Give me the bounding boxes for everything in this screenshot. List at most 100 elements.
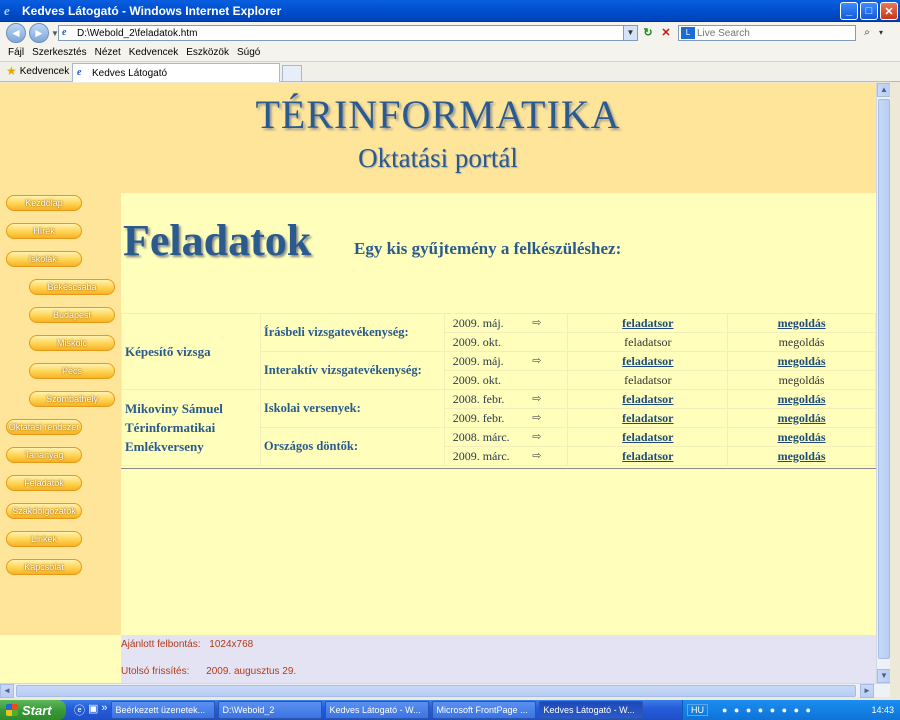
windows-flag-icon	[6, 704, 18, 716]
nav-schools[interactable]: Iskolák:	[6, 251, 82, 267]
desktop-quicklaunch-icon[interactable]: ▣	[88, 702, 98, 718]
window-titlebar: e Kedves Látogató - Windows Internet Exp…	[0, 0, 900, 22]
nav-contact[interactable]: Kapcsolat	[6, 559, 82, 575]
search-icon[interactable]: ⌕	[860, 25, 874, 41]
vertical-scroll-thumb[interactable]	[878, 99, 890, 659]
nav-theses[interactable]: Szakdolgozatok	[6, 503, 82, 519]
refresh-icon[interactable]: ↻	[641, 26, 655, 40]
date-label: 2009. márc.	[452, 448, 510, 463]
menu-view[interactable]: Nézet	[95, 47, 121, 58]
quick-launch: ⓔ ▣ »	[74, 702, 108, 718]
task-link[interactable]: feladatsor	[622, 316, 673, 330]
horizontal-scrollbar[interactable]: ◄ ►	[0, 683, 890, 698]
address-field[interactable]: e D:\Webold_2\feladatok.htm ▼	[58, 25, 638, 41]
scroll-right-icon[interactable]: ►	[860, 684, 874, 698]
date-cell: 2009. márc. ⇨	[443, 446, 569, 466]
address-url[interactable]: D:\Webold_2\feladatok.htm	[77, 28, 197, 39]
date-cell: 2009. okt.	[443, 332, 569, 352]
nav-news[interactable]: Hírek	[6, 223, 82, 239]
menu-edit[interactable]: Szerkesztés	[32, 47, 86, 58]
task-cell: feladatsor	[567, 351, 729, 371]
scroll-up-icon[interactable]: ▲	[877, 83, 891, 97]
taskbar-window-button[interactable]: Beérkezett üzenetek...	[110, 701, 215, 719]
task-link[interactable]: feladatsor	[622, 411, 673, 425]
tray-icons[interactable]: ● ● ● ● ● ● ● ●	[722, 705, 813, 715]
live-search-icon: L	[681, 27, 695, 39]
nav-school-bekescsaba[interactable]: Békéscsaba	[29, 279, 115, 295]
start-button[interactable]: Start	[0, 700, 66, 720]
nav-links[interactable]: Linkek	[6, 531, 82, 547]
solution-link[interactable]: megoldás	[778, 449, 826, 463]
date-label: 2009. okt.	[452, 372, 502, 387]
resolution-value: 1024x768	[209, 639, 254, 650]
window-controls: _ □ ✕	[840, 2, 898, 20]
address-dropdown-icon[interactable]: ▼	[623, 26, 637, 40]
header-banner: TÉRINFORMATIKA Oktatási portál	[0, 83, 876, 193]
vertical-scrollbar[interactable]: ▲ ▼	[876, 83, 891, 683]
nav-school-miskolc[interactable]: Miskolc	[29, 335, 115, 351]
task-cell: feladatsor	[567, 408, 729, 428]
taskbar-window-button[interactable]: D:\Webold_2	[217, 701, 322, 719]
updated-label: Utolsó frissítés:	[121, 666, 190, 677]
task-link[interactable]: feladatsor	[622, 449, 673, 463]
solution-link[interactable]: megoldás	[778, 411, 826, 425]
nav-home[interactable]: Kezdőlap	[6, 195, 82, 211]
nav-education-system[interactable]: Oktatási rendszer	[6, 419, 82, 435]
resolution-label: Ajánlott felbontás:	[121, 639, 201, 650]
site-title: TÉRINFORMATIKA	[255, 92, 621, 137]
footer-resolution: Ajánlott felbontás: 1024x768	[121, 639, 253, 650]
favorites-label: Kedvencek	[19, 65, 70, 77]
solution-link[interactable]: megoldás	[778, 430, 826, 444]
task-cell: feladatsor	[567, 427, 729, 447]
updated-value: 2009. augusztus 29.	[206, 666, 297, 677]
nav-tasks[interactable]: Feladatok	[6, 475, 82, 491]
ie-quicklaunch-icon[interactable]: ⓔ	[74, 702, 85, 718]
minimize-button[interactable]: _	[840, 2, 858, 20]
browser-tab[interactable]: e Kedves Látogató	[72, 63, 280, 82]
back-button[interactable]: ◄	[6, 23, 26, 43]
solution-cell: megoldás	[727, 351, 876, 371]
table-row: Mikoviny Sámuel Térinformatikai Emlékver…	[121, 389, 876, 466]
address-toolbar: ◄ ► ▼ e D:\Webold_2\feladatok.htm ▼ ↻ ✕ …	[0, 22, 900, 44]
close-button[interactable]: ✕	[880, 2, 898, 20]
horizontal-scroll-thumb[interactable]	[16, 685, 856, 697]
search-field[interactable]: L	[678, 25, 856, 41]
scroll-left-icon[interactable]: ◄	[0, 684, 14, 698]
task-text: feladatsor	[624, 372, 672, 387]
task-link[interactable]: feladatsor	[622, 354, 673, 368]
solution-link[interactable]: megoldás	[778, 354, 826, 368]
taskbar-window-button[interactable]: Kedves Látogató - W...	[538, 701, 643, 719]
solution-text: megoldás	[778, 334, 825, 349]
stop-icon[interactable]: ✕	[659, 26, 673, 40]
solution-link[interactable]: megoldás	[778, 316, 826, 330]
taskbar-window-button[interactable]: Kedves Látogató - W...	[324, 701, 429, 719]
system-tray: HU ● ● ● ● ● ● ● ● 14:43	[682, 700, 900, 720]
nav-school-szombathely[interactable]: Szombathely	[29, 391, 115, 407]
task-link[interactable]: feladatsor	[622, 430, 673, 444]
date-cell: 2009. febr. ⇨	[443, 408, 569, 428]
menu-tools[interactable]: Eszközök	[186, 47, 229, 58]
solution-link[interactable]: megoldás	[778, 392, 826, 406]
maximize-button[interactable]: □	[860, 2, 878, 20]
group-name: Képesítő vizsga	[121, 313, 261, 390]
menu-help[interactable]: Súgó	[237, 47, 260, 58]
menu-favorites[interactable]: Kedvencek	[129, 47, 178, 58]
tab-title: Kedves Látogató	[92, 67, 168, 79]
new-tab-button[interactable]	[282, 65, 302, 81]
search-input[interactable]	[697, 27, 847, 39]
table-bottom-rule	[121, 468, 876, 469]
date-cell: 2008. febr. ⇨	[443, 389, 569, 409]
search-options-icon[interactable]: ▾	[876, 25, 886, 41]
menu-file[interactable]: Fájl	[8, 47, 24, 58]
nav-school-budapest[interactable]: Budapest	[29, 307, 115, 323]
taskbar-window-button[interactable]: Microsoft FrontPage ...	[431, 701, 536, 719]
taskbar-buttons: Beérkezett üzenetek... D:\Webold_2 Kedves …	[108, 701, 643, 719]
scroll-down-icon[interactable]: ▼	[877, 669, 891, 683]
forward-button[interactable]: ►	[29, 23, 49, 43]
nav-curriculum[interactable]: Tananyag	[6, 447, 82, 463]
task-link[interactable]: feladatsor	[622, 392, 673, 406]
favorites-button[interactable]: ★ Kedvencek	[6, 62, 69, 80]
language-indicator[interactable]: HU	[687, 704, 708, 716]
nav-school-pecs[interactable]: Pécs	[29, 363, 115, 379]
exam-name: Iskolai versenyek:	[259, 389, 445, 428]
